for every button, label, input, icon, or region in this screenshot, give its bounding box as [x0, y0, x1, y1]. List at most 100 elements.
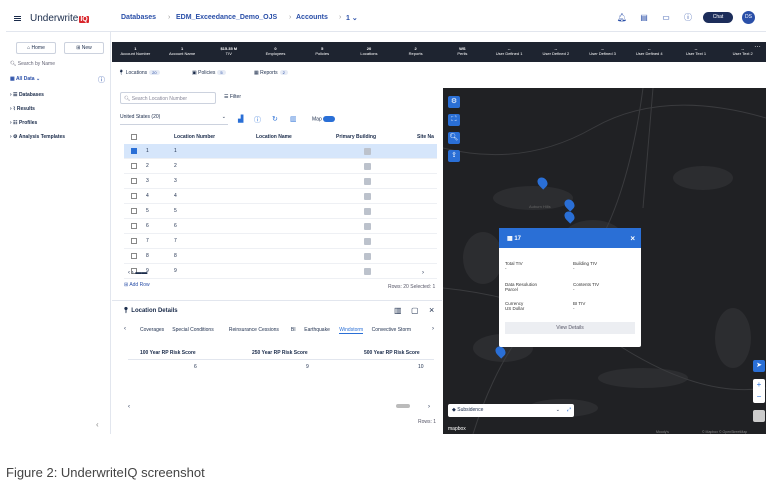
mapbox-logo: mapbox — [448, 426, 466, 432]
table-row[interactable]: 55 — [124, 204, 437, 219]
close-icon[interactable]: × — [630, 234, 635, 243]
table-row[interactable]: 44 — [124, 189, 437, 204]
columns-icon[interactable]: ▥ — [290, 115, 297, 123]
collapse-icon[interactable]: ‹ — [96, 420, 99, 429]
chart-icon[interactable]: ▟ — [238, 115, 243, 123]
row-checkbox[interactable] — [131, 193, 137, 199]
settings-icon[interactable]: ⚙ — [448, 96, 460, 108]
details-scroll-left[interactable]: ‹ — [128, 404, 130, 410]
sidebar-search[interactable]: 🔍︎ Search by Name — [10, 61, 55, 67]
basemap-icon[interactable] — [753, 410, 765, 422]
col-location-number[interactable]: Location Number — [174, 134, 215, 140]
details-tab[interactable]: Coverages — [140, 327, 164, 333]
breadcrumb-database[interactable]: EDM_Exceedance_Demo_OJS — [176, 14, 277, 21]
stat-item: 5 Policies — [315, 46, 330, 56]
app-logo[interactable]: Underwrite IQ — [30, 13, 89, 24]
tabs-scroll-right[interactable]: › — [432, 326, 434, 332]
grid-scrollbar[interactable]: ‹ › ▬▬ — [128, 270, 147, 276]
primary-building-checkbox — [364, 148, 371, 155]
location-popup: ▦ 17 × Total TIV - Building TIV - Data Reso… — [499, 228, 641, 347]
table-row[interactable]: 77 — [124, 234, 437, 249]
row-checkbox[interactable] — [131, 178, 137, 184]
details-tab[interactable]: Earthquake — [304, 327, 330, 333]
avatar[interactable]: DS — [742, 11, 755, 24]
rows-count: Rows: 20 Selected: 1 — [388, 284, 436, 290]
figure-caption: Figure 2: UnderwriteIQ screenshot — [6, 465, 205, 480]
details-tab[interactable]: Reinsurance Cessions — [229, 327, 279, 333]
details-tab[interactable]: Special Conditions — [172, 327, 213, 333]
tab-reports[interactable]: ▦ Reports 2 — [254, 70, 288, 76]
popup-bi-tiv: BI TIV - — [573, 301, 586, 311]
row-checkbox[interactable] — [131, 223, 137, 229]
more-icon[interactable]: … — [754, 42, 766, 62]
table-row[interactable]: 88 — [124, 249, 437, 264]
details-tab[interactable]: Windstorm — [339, 327, 364, 334]
message-icon[interactable]: ▭ — [660, 12, 672, 24]
map-place-label: Auburn Hills — [529, 204, 551, 209]
row-checkbox[interactable] — [131, 163, 137, 169]
col-site-name[interactable]: Site Na — [417, 134, 434, 140]
help-icon[interactable]: ⓘ — [682, 12, 694, 24]
filter-button[interactable]: ☰ Filter — [224, 94, 241, 100]
refresh-icon[interactable]: ↻ — [272, 115, 278, 123]
details-scroll-right[interactable]: › — [428, 404, 430, 410]
breadcrumb-databases[interactable]: Databases — [121, 14, 156, 21]
select-all-checkbox[interactable] — [131, 134, 137, 140]
help-icon[interactable]: ⓘ — [98, 75, 105, 85]
col-500yr[interactable]: 500 Year RP Risk Score — [364, 350, 420, 356]
all-data-filter[interactable]: ▦ All Data ⌄ — [10, 76, 40, 82]
sidebar-item-analysis-templates[interactable]: › ⚙ Analysis Templates — [10, 134, 65, 140]
menu-icon[interactable] — [14, 16, 21, 21]
grid-scroll-right[interactable]: › — [422, 270, 424, 276]
fullscreen-icon[interactable]: ⛶ — [448, 114, 460, 126]
chat-button[interactable]: Chat — [703, 12, 733, 23]
expand-icon[interactable]: ▢ — [411, 306, 419, 315]
zoom-controls[interactable]: + − — [753, 379, 765, 403]
view-details-button[interactable]: View Details — [505, 322, 635, 334]
row-checkbox[interactable] — [131, 253, 137, 259]
columns-icon[interactable]: ▥ — [394, 306, 402, 315]
bell-icon[interactable]: 🔔︎ — [616, 12, 628, 24]
moodys-logo: Moody's — [656, 430, 669, 434]
breadcrumb-account[interactable]: 1 ⌄ — [346, 14, 358, 22]
details-tab[interactable]: BI — [291, 327, 296, 333]
sidebar-item-results[interactable]: › ⌇ Results — [10, 106, 35, 112]
breadcrumb-accounts[interactable]: Accounts — [296, 14, 328, 21]
locate-icon[interactable]: ➤ — [753, 360, 765, 372]
close-icon[interactable]: × — [429, 305, 434, 315]
table-row[interactable]: 99 — [124, 264, 437, 279]
sidebar-item-profiles[interactable]: › ☷ Profiles — [10, 120, 37, 126]
tabs-scroll-left[interactable]: ‹ — [124, 326, 126, 332]
clipboard-icon[interactable]: ▤ — [638, 12, 650, 24]
map-toggle[interactable]: Map — [312, 116, 336, 122]
val-250yr: 9 — [306, 364, 309, 370]
info-icon[interactable]: ⓘ — [254, 115, 261, 125]
details-tab[interactable]: Convective Storm — [372, 327, 411, 333]
table-row[interactable]: 66 — [124, 219, 437, 234]
row-checkbox[interactable] — [131, 238, 137, 244]
table-row[interactable]: 33 — [124, 174, 437, 189]
share-icon[interactable]: ⇪ — [448, 150, 460, 162]
stat-item: WS Perils — [457, 46, 468, 56]
tab-locations[interactable]: 📍︎ Locations 20 — [118, 70, 160, 76]
row-checkbox[interactable] — [131, 148, 137, 154]
location-search-input[interactable]: 🔍︎ Search Location Number — [120, 92, 216, 104]
row-checkbox[interactable] — [131, 208, 137, 214]
col-location-name[interactable]: Location Name — [256, 134, 292, 140]
home-button[interactable]: ⌂ Home — [16, 42, 56, 54]
search-icon[interactable]: 🔍︎ — [448, 132, 460, 144]
details-scrollbar[interactable] — [396, 404, 410, 408]
tab-policies[interactable]: ▣ Policies 5 — [192, 70, 226, 76]
sidebar-item-databases[interactable]: › ☰ Databases — [10, 92, 44, 98]
stat-item: -- User Defined 4 — [635, 46, 663, 56]
col-primary-building[interactable]: Primary Building — [336, 134, 376, 140]
new-button[interactable]: ⊞ New — [64, 42, 104, 54]
primary-building-checkbox — [364, 178, 371, 185]
col-100yr[interactable]: 100 Year RP Risk Score — [140, 350, 196, 356]
country-select[interactable]: United States (20) ⌄ — [120, 114, 228, 125]
table-row[interactable]: 11 — [124, 144, 437, 159]
map-layer-select[interactable]: ◆ Subsidence ⌄ ⤢ — [448, 404, 574, 417]
table-row[interactable]: 22 — [124, 159, 437, 174]
add-row-button[interactable]: ⊞ Add Row — [124, 282, 150, 288]
col-250yr[interactable]: 250 Year RP Risk Score — [252, 350, 308, 356]
